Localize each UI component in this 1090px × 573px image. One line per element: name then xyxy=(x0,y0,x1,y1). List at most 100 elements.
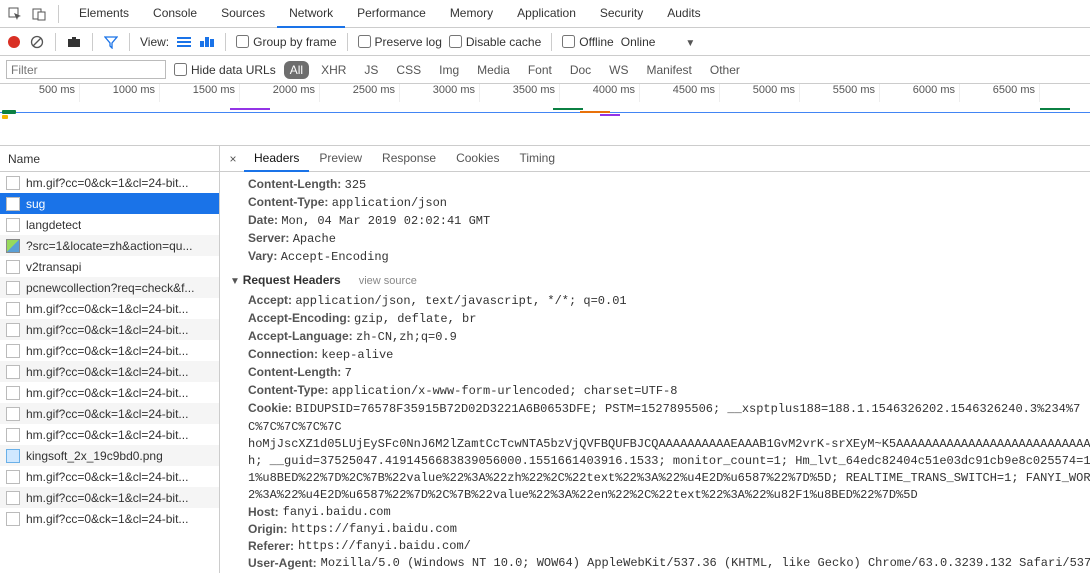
timeline-tick: 3000 ms xyxy=(400,84,480,102)
filter-type-css[interactable]: CSS xyxy=(390,61,427,79)
header-entry: Accept: application/json, text/javascrip… xyxy=(230,292,1090,310)
header-entry: Content-Length: 7 xyxy=(230,364,1090,382)
clear-icon[interactable] xyxy=(29,34,45,50)
request-name: hm.gif?cc=0&ck=1&cl=24-bit... xyxy=(26,512,188,526)
overview-icon[interactable] xyxy=(199,34,215,50)
request-name: hm.gif?cc=0&ck=1&cl=24-bit... xyxy=(26,365,188,379)
capture-screenshots-icon[interactable] xyxy=(66,34,82,50)
request-row[interactable]: hm.gif?cc=0&ck=1&cl=24-bit... xyxy=(0,172,219,193)
request-name: sug xyxy=(26,197,45,211)
file-type-icon xyxy=(6,197,20,211)
header-entry-continuation: 1%u8BED%22%7D%2C%7B%22value%22%3A%22zh%2… xyxy=(230,470,1090,487)
filter-toggle-icon[interactable] xyxy=(103,34,119,50)
request-name: hm.gif?cc=0&ck=1&cl=24-bit... xyxy=(26,470,188,484)
device-toggle-icon[interactable] xyxy=(28,3,50,25)
detail-tab-timing[interactable]: Timing xyxy=(509,146,565,171)
timeline-overview[interactable]: 500 ms1000 ms1500 ms2000 ms2500 ms3000 m… xyxy=(0,84,1090,146)
request-row[interactable]: hm.gif?cc=0&ck=1&cl=24-bit... xyxy=(0,298,219,319)
filter-type-media[interactable]: Media xyxy=(471,61,516,79)
header-entry-continuation: 2%3A%22%u4E2D%u6587%22%7D%2C%7B%22value%… xyxy=(230,487,1090,504)
tab-security[interactable]: Security xyxy=(588,0,655,27)
filter-type-doc[interactable]: Doc xyxy=(564,61,597,79)
request-row[interactable]: hm.gif?cc=0&ck=1&cl=24-bit... xyxy=(0,361,219,382)
header-entry: Content-Length: 325 xyxy=(230,176,1090,194)
filter-type-other[interactable]: Other xyxy=(704,61,746,79)
request-row[interactable]: ?src=1&locate=zh&action=qu... xyxy=(0,235,219,256)
file-type-icon xyxy=(6,491,20,505)
request-row[interactable]: hm.gif?cc=0&ck=1&cl=24-bit... xyxy=(0,319,219,340)
close-icon[interactable]: × xyxy=(224,152,242,166)
request-row[interactable]: hm.gif?cc=0&ck=1&cl=24-bit... xyxy=(0,466,219,487)
filter-type-xhr[interactable]: XHR xyxy=(315,61,352,79)
large-rows-icon[interactable] xyxy=(176,34,192,50)
request-row[interactable]: hm.gif?cc=0&ck=1&cl=24-bit... xyxy=(0,424,219,445)
tab-audits[interactable]: Audits xyxy=(655,0,712,27)
filter-type-manifest[interactable]: Manifest xyxy=(641,61,698,79)
request-row[interactable]: hm.gif?cc=0&ck=1&cl=24-bit... xyxy=(0,382,219,403)
filter-type-font[interactable]: Font xyxy=(522,61,558,79)
network-toolbar: View: Group by frame Preserve log Disabl… xyxy=(0,28,1090,56)
detail-tab-headers[interactable]: Headers xyxy=(244,146,309,172)
tab-application[interactable]: Application xyxy=(505,0,588,27)
name-column-header[interactable]: Name xyxy=(0,146,219,172)
request-row[interactable]: sug xyxy=(0,193,219,214)
header-entry: Host: fanyi.baidu.com xyxy=(230,504,1090,521)
hide-data-urls-checkbox[interactable]: Hide data URLs xyxy=(174,63,276,77)
record-button[interactable] xyxy=(6,34,22,50)
offline-checkbox[interactable]: Offline xyxy=(562,35,613,49)
file-type-icon xyxy=(6,470,20,484)
request-row[interactable]: hm.gif?cc=0&ck=1&cl=24-bit... xyxy=(0,403,219,424)
request-row[interactable]: pcnewcollection?req=check&f... xyxy=(0,277,219,298)
detail-tab-cookies[interactable]: Cookies xyxy=(446,146,509,171)
header-entry-continuation: h; __guid=37525047.4191456683839056000.1… xyxy=(230,453,1090,470)
header-entry: Content-Type: application/json xyxy=(230,194,1090,212)
request-list-pane: Name hm.gif?cc=0&ck=1&cl=24-bit... sug lan… xyxy=(0,146,220,573)
request-name: hm.gif?cc=0&ck=1&cl=24-bit... xyxy=(26,323,188,337)
file-type-icon xyxy=(6,323,20,337)
detail-tab-preview[interactable]: Preview xyxy=(309,146,372,171)
request-row[interactable]: hm.gif?cc=0&ck=1&cl=24-bit... xyxy=(0,340,219,361)
tab-elements[interactable]: Elements xyxy=(67,0,141,27)
filter-type-img[interactable]: Img xyxy=(433,61,465,79)
timeline-tick: 6500 ms xyxy=(960,84,1040,102)
request-name: kingsoft_2x_19c9bd0.png xyxy=(26,449,163,463)
disable-cache-checkbox[interactable]: Disable cache xyxy=(449,35,541,49)
tab-memory[interactable]: Memory xyxy=(438,0,505,27)
timeline-tick: 1000 ms xyxy=(80,84,160,102)
file-type-icon xyxy=(6,428,20,442)
request-row[interactable]: kingsoft_2x_19c9bd0.png xyxy=(0,445,219,466)
tab-console[interactable]: Console xyxy=(141,0,209,27)
detail-tab-response[interactable]: Response xyxy=(372,146,446,171)
group-by-frame-checkbox[interactable]: Group by frame xyxy=(236,35,336,49)
tab-network[interactable]: Network xyxy=(277,0,345,28)
request-name: hm.gif?cc=0&ck=1&cl=24-bit... xyxy=(26,428,188,442)
preserve-log-checkbox[interactable]: Preserve log xyxy=(358,35,442,49)
request-headers-section[interactable]: Request Headersview source xyxy=(230,272,1090,290)
header-entry-continuation: hoMjJscXZ1d05LUjEySFc0NnJ6M2lZamtCcTcwNT… xyxy=(230,436,1090,453)
file-type-icon xyxy=(6,407,20,421)
request-name: hm.gif?cc=0&ck=1&cl=24-bit... xyxy=(26,407,188,421)
request-row[interactable]: hm.gif?cc=0&ck=1&cl=24-bit... xyxy=(0,487,219,508)
request-row[interactable]: v2transapi xyxy=(0,256,219,277)
throttling-select[interactable]: Online▼ xyxy=(621,35,696,49)
file-type-icon xyxy=(6,302,20,316)
timeline-tick: 5500 ms xyxy=(800,84,880,102)
view-source-link[interactable]: view source xyxy=(359,275,417,287)
request-name: ?src=1&locate=zh&action=qu... xyxy=(26,239,192,253)
request-row[interactable]: hm.gif?cc=0&ck=1&cl=24-bit... xyxy=(0,508,219,529)
timeline-tick: 500 ms xyxy=(0,84,80,102)
filter-type-js[interactable]: JS xyxy=(358,61,384,79)
file-type-icon xyxy=(6,218,20,232)
filter-type-ws[interactable]: WS xyxy=(603,61,634,79)
inspect-icon[interactable] xyxy=(4,3,26,25)
file-type-icon xyxy=(6,365,20,379)
timeline-tick: 6000 ms xyxy=(880,84,960,102)
filter-type-all[interactable]: All xyxy=(284,61,309,79)
request-row[interactable]: langdetect xyxy=(0,214,219,235)
filter-input[interactable] xyxy=(6,60,166,79)
tab-sources[interactable]: Sources xyxy=(209,0,277,27)
header-entry: Connection: keep-alive xyxy=(230,346,1090,364)
request-name: hm.gif?cc=0&ck=1&cl=24-bit... xyxy=(26,386,188,400)
header-entry: Accept-Encoding: gzip, deflate, br xyxy=(230,310,1090,328)
tab-performance[interactable]: Performance xyxy=(345,0,438,27)
